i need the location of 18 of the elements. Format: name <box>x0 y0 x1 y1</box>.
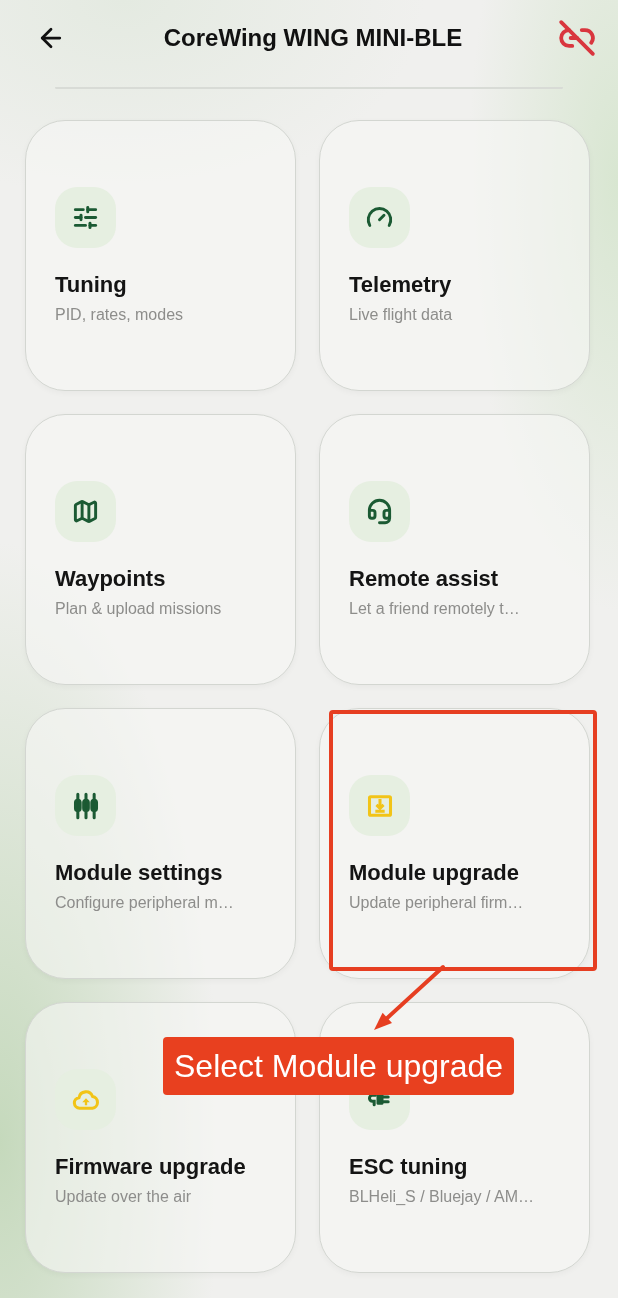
card-title: Firmware upgrade <box>55 1153 246 1181</box>
card-title: Telemetry <box>349 271 452 299</box>
card-subtitle: PID, rates, modes <box>55 305 184 325</box>
card-subtitle: Plan & upload missions <box>55 599 222 619</box>
card-subtitle: BLHeli_S / Bluejay / AM… <box>349 1187 534 1207</box>
card-subtitle: Let a friend remotely t… <box>349 599 520 619</box>
window-title: CoreWing WING MINI-BLE <box>162 23 464 53</box>
instruction-tooltip: Select Module upgrade <box>163 1037 515 1095</box>
card-title: Tuning <box>55 271 127 299</box>
card-subtitle: Live flight data <box>349 305 453 325</box>
card-subtitle: Update over the air <box>55 1187 192 1207</box>
card-subtitle: Update peripheral firm… <box>349 893 524 913</box>
card-title: Waypoints <box>55 565 166 593</box>
card-subtitle: Configure peripheral m… <box>55 893 234 913</box>
card-title: Module upgrade <box>349 859 519 887</box>
card-title: Remote assist <box>349 565 499 593</box>
card-title: ESC tuning <box>349 1153 468 1181</box>
card-title: Module settings <box>55 859 223 887</box>
